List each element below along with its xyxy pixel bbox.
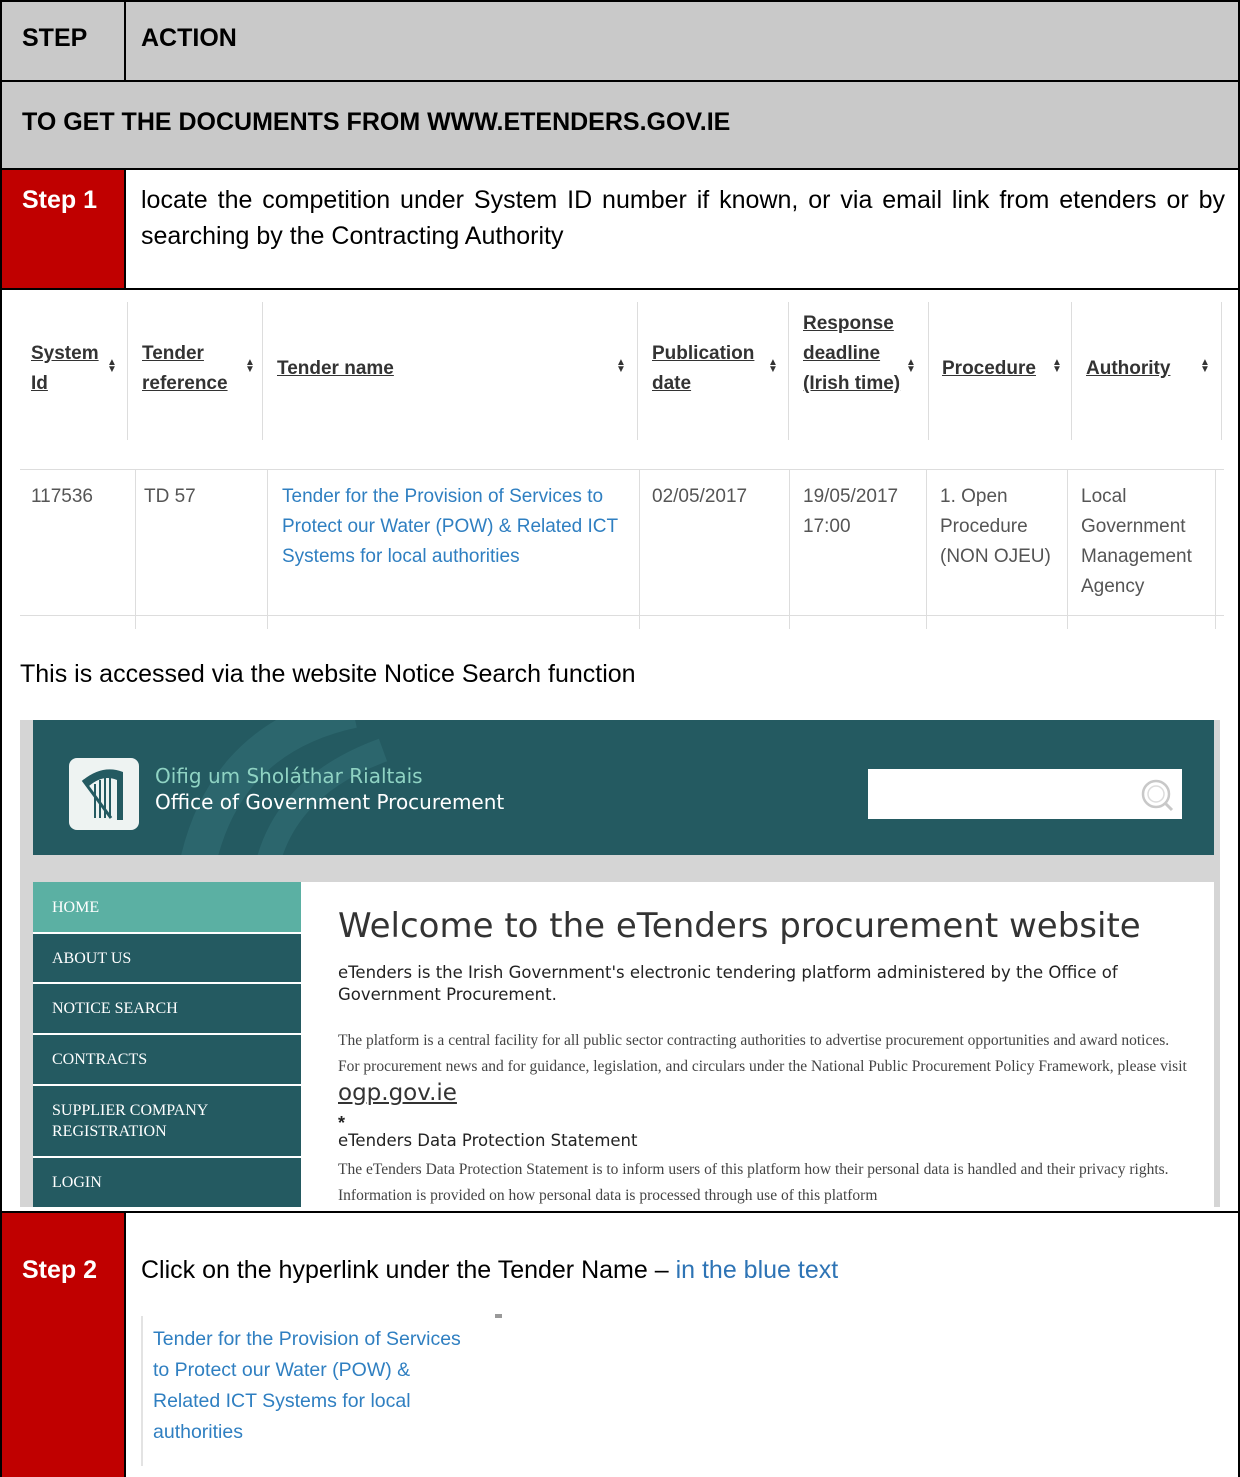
row-col-sep bbox=[1067, 469, 1068, 629]
row-col-sep bbox=[639, 469, 640, 629]
tender-link-line[interactable]: Tender for the Provision of Services bbox=[153, 1324, 461, 1355]
nav-contracts[interactable]: CONTRACTS bbox=[33, 1035, 301, 1084]
platform-paragraph: The platform is a central facility for a… bbox=[338, 1028, 1188, 1109]
dps-title: eTenders Data Protection Statement bbox=[338, 1131, 638, 1150]
platform-paragraph-text: The platform is a central facility for a… bbox=[338, 1032, 1187, 1075]
header-col-sep bbox=[262, 302, 263, 440]
th-tender-reference[interactable]: Tender reference bbox=[142, 339, 242, 399]
header-col-sep bbox=[928, 302, 929, 440]
row-col-sep bbox=[926, 469, 927, 629]
step2-text-main: Click on the hyperlink under the Tender … bbox=[141, 1256, 669, 1284]
lead-text: eTenders is the Irish Government's elect… bbox=[338, 963, 1118, 1004]
ogp-link[interactable]: ogp.gov.ie bbox=[338, 1080, 457, 1106]
header-col-sep bbox=[127, 302, 128, 440]
header-col-sep bbox=[1071, 302, 1072, 440]
site-search-input[interactable] bbox=[868, 769, 1182, 819]
th-system-id[interactable]: System Id bbox=[31, 339, 101, 399]
th-publication-date[interactable]: Publication date bbox=[652, 339, 772, 399]
nav-supplier-registration[interactable]: SUPPLIER COMPANY REGISTRATION bbox=[33, 1086, 301, 1156]
th-procedure[interactable]: Procedure bbox=[942, 354, 1036, 384]
step1-label: Step 1 bbox=[22, 186, 98, 214]
step1-text: locate the competition under System ID n… bbox=[141, 186, 1225, 250]
row-col-sep bbox=[135, 469, 136, 629]
border-line bbox=[124, 1211, 126, 1477]
site-nav: HOME ABOUT US NOTICE SEARCH CONTRACTS SU… bbox=[33, 882, 301, 1207]
border-line bbox=[124, 168, 126, 288]
sort-arrows-icon[interactable]: ▲ ▼ bbox=[906, 358, 916, 375]
row-top-border bbox=[20, 469, 1224, 470]
tender-table: System Id Tender reference Tender name P… bbox=[20, 297, 1224, 629]
sort-arrows-icon[interactable]: ▲ ▼ bbox=[1052, 358, 1062, 375]
step2-text-blue: in the blue text bbox=[675, 1256, 839, 1284]
header-col-sep bbox=[637, 302, 638, 440]
tender-link-line[interactable]: to Protect our Water (POW) & bbox=[153, 1355, 410, 1386]
border-line bbox=[0, 1211, 1240, 1213]
welcome-heading: Welcome to the eTenders procurement webs… bbox=[338, 906, 1141, 946]
small-dash bbox=[495, 1314, 502, 1318]
border-line bbox=[0, 80, 1240, 82]
border-line bbox=[0, 0, 2, 1477]
tender-link-line[interactable]: Related ICT Systems for local bbox=[153, 1386, 411, 1417]
header-action: ACTION bbox=[141, 24, 237, 52]
th-response-deadline[interactable]: Response deadline (Irish time) bbox=[803, 309, 913, 399]
org-name-english: Office of Government Procurement bbox=[155, 790, 505, 814]
step2-label: Step 2 bbox=[22, 1256, 98, 1284]
site-main: Welcome to the eTenders procurement webs… bbox=[301, 882, 1214, 1207]
nav-about-us[interactable]: ABOUT US bbox=[33, 934, 301, 982]
row-col-sep bbox=[267, 469, 268, 629]
tender-link-line[interactable]: authorities bbox=[153, 1417, 243, 1448]
th-tender-name[interactable]: Tender name bbox=[277, 354, 394, 384]
site-banner: Oifig um Sholáthar Rialtais Office of Go… bbox=[33, 720, 1214, 855]
step2-label-cell bbox=[2, 1213, 124, 1477]
cell-reference: TD 57 bbox=[144, 486, 196, 507]
cell-tender-name-link[interactable]: Tender for the Provision of Services to … bbox=[282, 482, 622, 572]
border-line bbox=[0, 0, 1240, 2]
cell-authority: Local Government Management Agency bbox=[1081, 486, 1192, 597]
magnifier-icon[interactable] bbox=[1140, 778, 1174, 812]
access-note: This is accessed via the website Notice … bbox=[20, 660, 636, 688]
cell-procedure: 1. Open Procedure (NON OJEU) bbox=[940, 486, 1051, 567]
header-col-sep bbox=[788, 302, 789, 440]
section-title: TO GET THE DOCUMENTS FROM WWW.ETENDERS.G… bbox=[22, 108, 731, 136]
border-line bbox=[0, 288, 1240, 290]
dps-text: The eTenders Data Protection Statement i… bbox=[338, 1161, 1169, 1204]
sort-arrows-icon[interactable]: ▲ ▼ bbox=[107, 358, 117, 375]
row-col-sep bbox=[789, 469, 790, 629]
cell-publication-date: 02/05/2017 bbox=[652, 486, 748, 507]
link-left-border bbox=[141, 1316, 143, 1466]
harp-icon[interactable] bbox=[69, 758, 139, 830]
header-step: STEP bbox=[22, 24, 88, 52]
row-bottom-border bbox=[20, 615, 1224, 616]
sort-arrows-icon[interactable]: ▲ ▼ bbox=[1200, 358, 1210, 375]
cell-system-id: 117536 bbox=[31, 486, 93, 507]
sort-arrows-icon[interactable]: ▲ ▼ bbox=[616, 358, 626, 375]
nav-login[interactable]: LOGIN bbox=[33, 1158, 301, 1207]
nav-home[interactable]: HOME bbox=[33, 882, 301, 932]
org-name-irish: Oifig um Sholáthar Rialtais bbox=[155, 764, 423, 788]
sort-arrows-icon[interactable]: ▲ ▼ bbox=[245, 358, 255, 375]
header-col-sep bbox=[1221, 302, 1222, 440]
sort-arrows-icon[interactable]: ▲ ▼ bbox=[768, 358, 778, 375]
th-authority[interactable]: Authority bbox=[1086, 354, 1170, 384]
nav-notice-search[interactable]: NOTICE SEARCH bbox=[33, 984, 301, 1033]
tender-link-screenshot: Tender for the Provision of Services to … bbox=[141, 1314, 502, 1470]
border-line bbox=[0, 168, 1240, 170]
instruction-document: STEP ACTION TO GET THE DOCUMENTS FROM WW… bbox=[0, 0, 1240, 1477]
border-line bbox=[124, 0, 126, 80]
step2-text: Click on the hyperlink under the Tender … bbox=[141, 1252, 838, 1288]
cell-deadline: 19/05/2017 17:00 bbox=[803, 486, 899, 537]
ogp-website-screenshot: Oifig um Sholáthar Rialtais Office of Go… bbox=[20, 720, 1220, 1207]
